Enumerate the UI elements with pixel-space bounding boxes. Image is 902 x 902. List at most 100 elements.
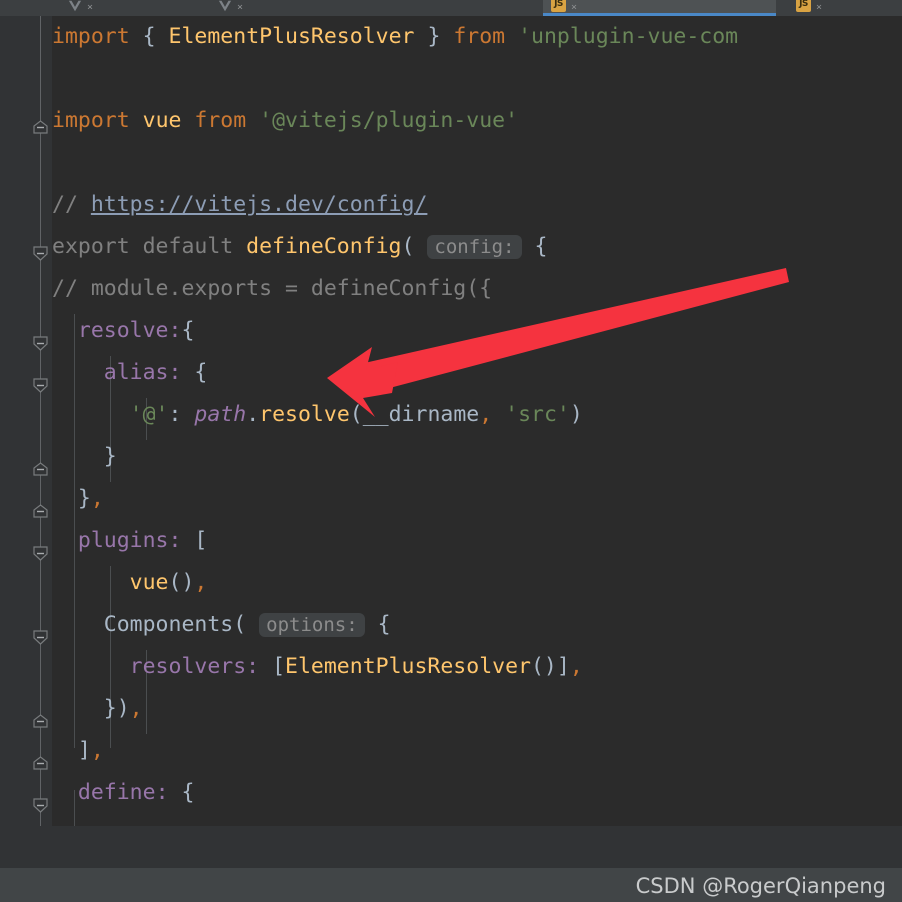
watermark-text: CSDN @RogerQianpeng (635, 874, 886, 898)
code-token: , (90, 486, 104, 511)
code-line[interactable]: vue(), (52, 562, 208, 604)
fold-toggle-icon[interactable] (33, 756, 48, 771)
code-token: defineConfig (246, 234, 402, 259)
code-line[interactable]: import { ElementPlusResolver } from 'unp… (52, 16, 738, 58)
code-token: import (52, 24, 130, 49)
code-line[interactable]: }), (52, 688, 143, 730)
fold-toggle-icon[interactable] (33, 462, 48, 477)
tab-vue-2[interactable]: × (210, 0, 350, 16)
code-line[interactable]: // https://vitejs.dev/config/ (52, 184, 427, 226)
code-token: () (530, 654, 557, 679)
tab-close-icon[interactable]: × (87, 2, 93, 13)
code-line[interactable]: resolve:{ (52, 310, 195, 352)
code-token: ( (349, 402, 363, 427)
code-line[interactable]: import vue from '@vitejs/plugin-vue' (52, 100, 518, 142)
tab-close-icon[interactable]: × (237, 2, 243, 13)
fold-toggle-icon[interactable] (33, 504, 48, 519)
code-line[interactable]: ], (52, 730, 104, 772)
code-line[interactable]: alias: { (52, 352, 208, 394)
code-token: 'unplugin-vue-com (518, 24, 739, 49)
code-token: ( (233, 612, 247, 637)
fold-toggle-icon[interactable] (33, 246, 48, 261)
code-token: 'src' (505, 402, 570, 427)
code-token: , (90, 738, 104, 763)
fold-toggle-icon[interactable] (33, 630, 48, 645)
vue-file-icon (68, 0, 82, 12)
code-line[interactable]: '@': path.resolve(__dirname, 'src') (52, 394, 583, 436)
js-file-icon: JS (551, 0, 566, 12)
fold-toggle-icon[interactable] (33, 714, 48, 729)
code-token: config: (427, 235, 522, 259)
tab-close-icon[interactable]: × (571, 2, 577, 13)
code-token: '@' (129, 402, 169, 427)
vue-file-icon (218, 0, 232, 12)
code-line[interactable]: define: { (52, 772, 195, 814)
code-line[interactable]: Components( options: { (52, 604, 391, 646)
code-token: __dirname (362, 402, 480, 427)
code-line[interactable]: export default defineConfig( config: { (52, 226, 547, 268)
code-line[interactable]: // module.exports = defineConfig({ (52, 268, 492, 310)
code-token: : (168, 360, 182, 385)
code-token: [ (272, 654, 286, 679)
editor-tab-bar[interactable]: × × JS × JS × (0, 0, 902, 16)
code-token: } (427, 24, 441, 49)
code-editor[interactable]: import { ElementPlusResolver } from 'unp… (0, 16, 902, 826)
code-token: ElementPlusResolver (285, 654, 531, 679)
code-token: } (103, 444, 117, 469)
code-token: define (77, 780, 156, 805)
ide-window: × × JS × JS × import {ElementPlusResolv… (0, 0, 902, 902)
code-token: , (194, 570, 208, 595)
fold-toggle-icon[interactable] (33, 120, 48, 135)
code-line[interactable]: }, (52, 478, 104, 520)
fold-region-line (40, 16, 41, 826)
fold-toggle-icon[interactable] (33, 336, 48, 351)
code-line[interactable]: } (52, 436, 117, 478)
fold-toggle-icon[interactable] (33, 798, 48, 813)
code-token: , (569, 654, 583, 679)
code-token: '@vitejs/plugin-vue' (259, 108, 519, 133)
editor-gutter[interactable] (0, 16, 52, 826)
tab-vue-1[interactable]: × (60, 0, 200, 16)
fold-toggle-icon[interactable] (33, 378, 48, 393)
code-token: ] (77, 738, 91, 763)
tab-close-icon[interactable]: × (816, 2, 822, 13)
code-token: : (168, 318, 182, 343)
code-token: vue (129, 570, 169, 595)
code-token: plugins (77, 528, 169, 553)
code-token: resolve (259, 402, 350, 427)
code-token: // module.exports = defineConfig({ (52, 276, 493, 301)
code-token: { (181, 780, 195, 805)
js-file-icon: JS (796, 0, 811, 12)
code-content[interactable]: import { ElementPlusResolver } from 'unp… (52, 16, 902, 826)
fold-toggle-icon[interactable] (33, 546, 48, 561)
code-line[interactable]: resolvers: [ElementPlusResolver()], (52, 646, 583, 688)
code-token: resolvers (129, 654, 247, 679)
code-token: export default (52, 234, 247, 259)
code-line[interactable]: plugins: [ (52, 520, 207, 562)
code-token: : (246, 654, 260, 679)
code-token: , (129, 696, 143, 721)
code-token: () (168, 570, 195, 595)
tab-js-4[interactable]: JS × (788, 0, 902, 16)
code-token: ElementPlusResolver (168, 24, 415, 49)
tab-vite-config-active[interactable]: JS × (543, 0, 776, 16)
code-token: ( (401, 234, 415, 259)
